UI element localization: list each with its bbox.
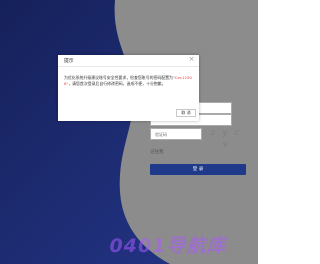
dialog-message: 为优化系统升级建议账号安全性要求，检查您账号的密码配置为"Cec12306"，请… (64, 75, 194, 87)
remember-me-checkbox[interactable]: 记住我 (150, 149, 164, 155)
dialog-header: 提示 × (58, 55, 199, 67)
dialog-title: 提示 (64, 59, 74, 64)
dialog-message-text-2: ，请您首次登录后自行修改密码，造成不便，十分抱歉。 (68, 81, 166, 86)
dialog-message-text-1: 为优化系统升级建议账号安全性要求，检查您账号的密码配置为 (64, 75, 173, 80)
close-icon[interactable]: × (188, 56, 195, 63)
notice-dialog: 提示 × 为优化系统升级建议账号安全性要求，检查您账号的密码配置为"Cec123… (58, 55, 199, 121)
captcha-input[interactable]: 验证码 (150, 128, 202, 140)
cancel-button[interactable]: 取 消 (176, 109, 196, 117)
captcha-image[interactable]: z y c v (207, 127, 245, 150)
login-button[interactable]: 登 录 (150, 164, 246, 175)
watermark: 0401导航库 (109, 234, 227, 257)
